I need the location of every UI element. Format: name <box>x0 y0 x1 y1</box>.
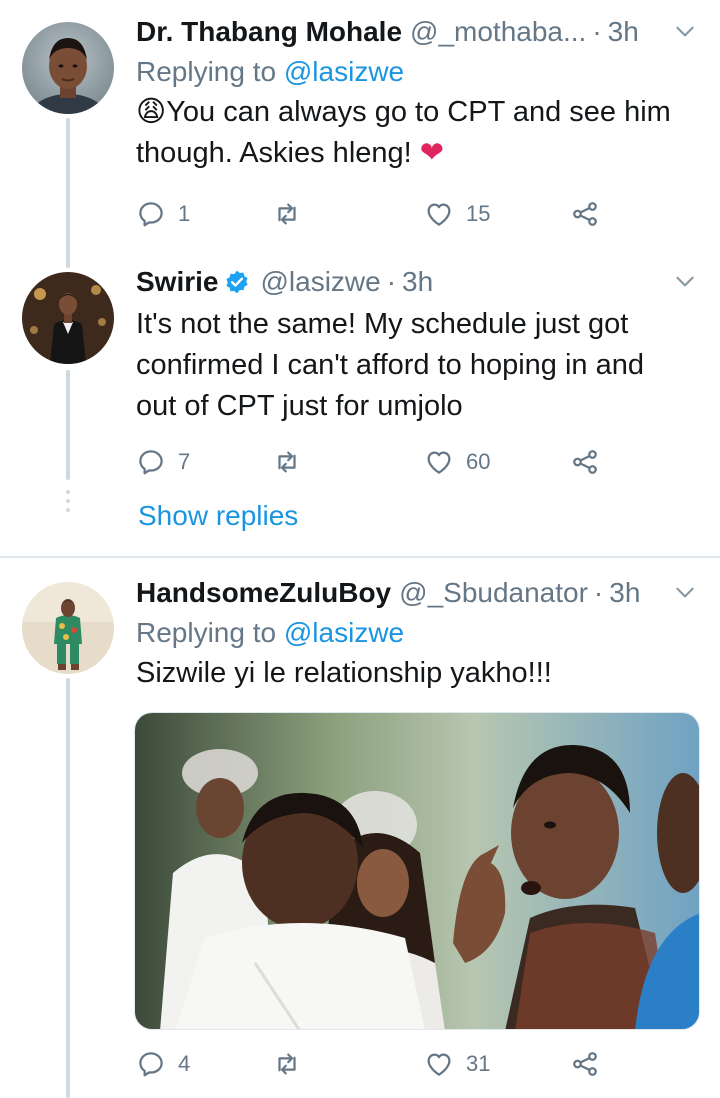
tweet-text-line: out of CPT just for umjolo <box>136 390 463 422</box>
reply-count: 4 <box>178 1051 191 1076</box>
tweet-header: Swirie @lasizwe · 3h <box>136 264 696 302</box>
weary-face-emoji: 😩 <box>136 96 167 128</box>
reply-count: 7 <box>178 449 191 474</box>
chevron-down-icon[interactable] <box>672 268 698 294</box>
share-icon <box>573 450 597 474</box>
retweet-button[interactable] <box>272 196 314 232</box>
display-name[interactable]: HandsomeZuluBoy <box>136 575 391 611</box>
reply-button[interactable]: 7 <box>136 444 190 480</box>
share-button[interactable] <box>570 196 600 232</box>
tweet-text: 😩You can always go to CPT and see him th… <box>136 92 696 174</box>
action-bar: 7 60 <box>136 444 616 480</box>
replying-to: Replying to @lasizwe <box>136 615 696 651</box>
replying-to: Replying to @lasizwe <box>136 54 696 90</box>
share-button[interactable] <box>570 444 600 480</box>
divider <box>0 556 720 558</box>
reply-icon <box>139 202 163 227</box>
avatar[interactable] <box>22 582 114 674</box>
thread-line <box>66 370 70 480</box>
timestamp[interactable]: 3h <box>402 264 433 300</box>
display-name[interactable]: Dr. Thabang Mohale <box>136 14 402 50</box>
heart-emoji: ❤ <box>419 137 445 169</box>
avatar[interactable] <box>22 272 114 364</box>
tweet-text-line: though. Askies hleng! <box>136 137 412 169</box>
tweet-text: It's not the same! My schedule just got … <box>136 304 696 427</box>
timestamp[interactable]: 3h <box>608 14 639 50</box>
replying-prefix: Replying to <box>136 56 277 87</box>
like-count: 31 <box>466 1051 491 1076</box>
action-bar: 4 31 <box>136 1046 616 1082</box>
tweet-header: HandsomeZuluBoy @_Sbudanator · 3h <box>136 575 696 613</box>
thread-line <box>66 678 70 1098</box>
like-count: 15 <box>466 201 491 226</box>
timestamp[interactable]: 3h <box>609 575 640 611</box>
retweet-button[interactable] <box>272 1046 314 1082</box>
retweet-icon <box>278 1053 296 1075</box>
like-button[interactable]: 60 <box>424 444 490 480</box>
reply-button[interactable]: 1 <box>136 196 190 232</box>
reply-count: 1 <box>178 201 191 226</box>
reply-icon <box>139 1052 163 1077</box>
tweet-text-line: Sizwile yi le relationship yakho!!! <box>136 657 552 689</box>
retweet-icon <box>278 203 296 225</box>
like-icon <box>427 451 451 474</box>
share-icon <box>573 202 597 226</box>
tweet-text-line: You can always go to CPT and see him <box>166 96 671 128</box>
reply-button[interactable]: 4 <box>136 1046 190 1082</box>
like-button[interactable]: 15 <box>424 196 490 232</box>
chevron-down-icon[interactable] <box>672 579 698 605</box>
mention-link[interactable]: @lasizwe <box>284 617 404 648</box>
like-icon <box>427 203 451 226</box>
chevron-down-icon[interactable] <box>672 18 698 44</box>
tweet-header: Dr. Thabang Mohale @_mothaba... · 3h <box>136 14 696 52</box>
user-handle[interactable]: @_Sbudanator <box>399 575 588 611</box>
like-button[interactable]: 31 <box>424 1046 490 1082</box>
tweet-photo[interactable] <box>134 712 700 1030</box>
share-button[interactable] <box>570 1046 600 1082</box>
tweet-text: Sizwile yi le relationship yakho!!! <box>136 653 696 694</box>
replying-prefix: Replying to <box>136 617 277 648</box>
thread-line <box>66 118 70 268</box>
avatar[interactable] <box>22 22 114 114</box>
like-count: 60 <box>466 449 491 474</box>
show-replies-link[interactable]: Show replies <box>138 500 298 532</box>
verified-badge-icon <box>226 270 249 294</box>
separator-dot: · <box>592 16 602 47</box>
like-icon <box>427 1053 451 1076</box>
mention-link[interactable]: @lasizwe <box>284 56 404 87</box>
separator-dot: · <box>386 266 397 297</box>
thread-ellipsis <box>66 490 70 517</box>
user-handle[interactable]: @_mothaba... <box>410 14 586 50</box>
retweet-icon <box>278 451 296 473</box>
tweet-text-line: confirmed I can't afford to hoping in an… <box>136 349 644 381</box>
tweet-text-line: It's not the same! My schedule just got <box>136 308 629 340</box>
display-name[interactable]: Swirie <box>136 264 218 300</box>
retweet-button[interactable] <box>272 444 314 480</box>
action-bar: 1 15 <box>136 196 616 232</box>
separator-dot: · <box>593 577 604 608</box>
user-handle[interactable]: @lasizwe <box>260 264 380 300</box>
reply-icon <box>139 450 163 475</box>
share-icon <box>573 1052 597 1076</box>
